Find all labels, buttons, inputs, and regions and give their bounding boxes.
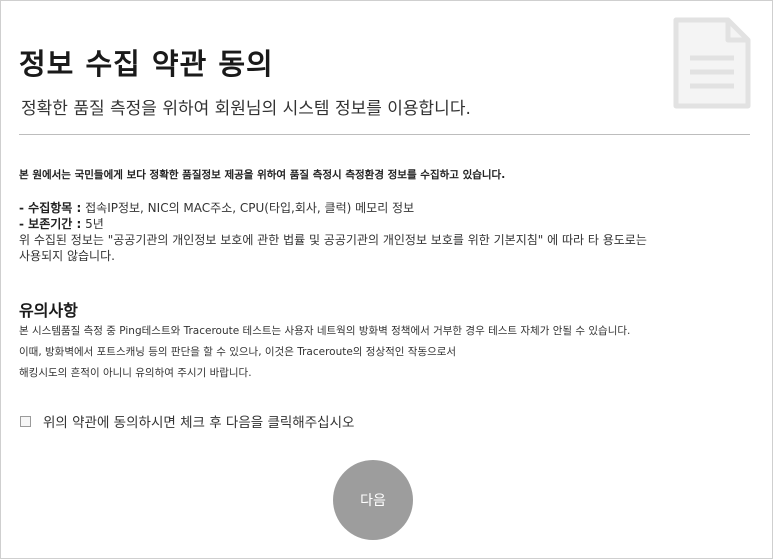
document-icon [672, 16, 752, 110]
retention-period-row: - 보존기간 : 5년 [19, 216, 647, 232]
retention-period-value: 5년 [81, 217, 104, 231]
collection-items-label: - 수집항목 : [19, 201, 82, 215]
next-button[interactable]: 다음 [333, 460, 413, 540]
usage-notice-line2: 사용되지 않습니다. [19, 249, 115, 263]
collection-items-value: 접속IP정보, NIC의 MAC주소, CPU(타입,회사, 클럭) 메모리 정… [81, 201, 415, 215]
retention-period-label: - 보존기간 : [19, 217, 82, 231]
page-title: 정보 수집 약관 동의 [19, 47, 274, 81]
caution-body: 본 시스템품질 측정 중 Ping테스트와 Traceroute 테스트는 사용… [19, 321, 630, 384]
intro-text: 본 원에서는 국민들에게 보다 정확한 품질정보 제공을 위하여 품질 측정시 … [19, 169, 506, 181]
divider [19, 134, 750, 135]
usage-notice-line1: 위 수집된 정보는 "공공기관의 개인정보 보호에 관한 법률 및 공공기관의 … [19, 233, 647, 247]
consent-panel: 정보 수집 약관 동의 정확한 품질 측정을 위하여 회원님의 시스템 정보를 … [0, 0, 773, 559]
caution-title: 유의사항 [19, 301, 78, 320]
collection-info: - 수집항목 : 접속IP정보, NIC의 MAC주소, CPU(타입,회사, … [19, 200, 647, 264]
collection-items-row: - 수집항목 : 접속IP정보, NIC의 MAC주소, CPU(타입,회사, … [19, 200, 647, 216]
page-subtitle: 정확한 품질 측정을 위하여 회원님의 시스템 정보를 이용합니다. [21, 99, 471, 119]
agree-checkbox[interactable] [20, 415, 31, 427]
caution-line1: 본 시스템품질 측정 중 Ping테스트와 Traceroute 테스트는 사용… [19, 325, 631, 337]
caution-line3: 해킹시도의 흔적이 아니니 유의하여 주시기 바랍니다. [19, 367, 252, 379]
caution-line2: 이때, 방화벽에서 포트스캐닝 등의 판단을 할 수 있으나, 이것은 Trac… [19, 346, 457, 358]
agree-label: 위의 약관에 동의하시면 체크 후 다음을 클릭해주십시오 [43, 415, 355, 431]
agreement-row[interactable]: 위의 약관에 동의하시면 체크 후 다음을 클릭해주십시오 [19, 411, 354, 431]
